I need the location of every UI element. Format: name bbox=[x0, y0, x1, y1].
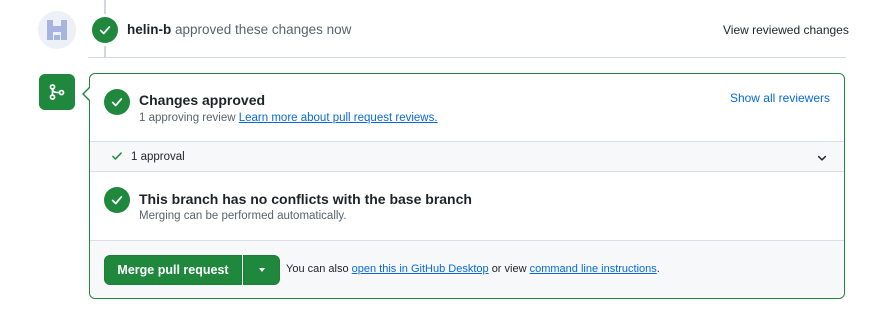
approving-review-count: 1 approving review bbox=[139, 112, 236, 124]
merge-box: Changes approved 1 approving review Lear… bbox=[89, 73, 845, 299]
chevron-down-icon[interactable] bbox=[816, 152, 828, 164]
merge-box-pointer-fill bbox=[84, 87, 91, 101]
merge-alternatives-note: You can also open this in GitHub Desktop… bbox=[286, 263, 660, 275]
merge-options-dropdown[interactable] bbox=[243, 255, 280, 285]
conflicts-section: This branch has no conflicts with the ba… bbox=[90, 172, 844, 240]
conflicts-subtitle: Merging can be performed automatically. bbox=[139, 210, 347, 222]
note-prefix: You can also bbox=[286, 263, 349, 275]
approvals-toggle[interactable]: 1 approval bbox=[90, 141, 844, 172]
note-middle: or view bbox=[491, 263, 527, 275]
merge-pull-request-button[interactable]: Merge pull request bbox=[104, 255, 242, 285]
approval-section: Changes approved 1 approving review Lear… bbox=[90, 74, 844, 141]
view-reviewed-changes-button[interactable]: View reviewed changes bbox=[723, 23, 849, 37]
event-action: approved these changes now bbox=[175, 22, 352, 37]
merge-section: Merge pull request You can also open thi… bbox=[90, 240, 844, 298]
git-merge-icon bbox=[39, 74, 75, 110]
check-circle-icon bbox=[92, 17, 118, 43]
timeline-divider bbox=[88, 57, 846, 58]
approval-subtitle: 1 approving review Learn more about pull… bbox=[139, 112, 438, 124]
approvals-count-label: 1 approval bbox=[131, 151, 185, 163]
open-in-desktop-link[interactable]: open this in GitHub Desktop bbox=[352, 263, 489, 275]
triangle-down-icon bbox=[258, 268, 265, 272]
check-circle-icon bbox=[104, 89, 130, 115]
author-name[interactable]: helin-b bbox=[127, 22, 171, 37]
conflicts-title: This branch has no conflicts with the ba… bbox=[139, 191, 472, 207]
approval-title: Changes approved bbox=[139, 92, 266, 108]
learn-more-link[interactable]: Learn more about pull request reviews. bbox=[239, 112, 438, 124]
check-icon bbox=[112, 152, 122, 160]
avatar[interactable] bbox=[38, 11, 76, 49]
check-circle-icon bbox=[104, 187, 130, 213]
review-event-text: helin-b approved these changes now bbox=[127, 22, 351, 37]
show-all-reviewers-link[interactable]: Show all reviewers bbox=[730, 91, 830, 105]
command-line-instructions-link[interactable]: command line instructions bbox=[530, 263, 657, 275]
identicon-avatar-icon bbox=[38, 11, 76, 49]
note-suffix: . bbox=[656, 263, 660, 275]
